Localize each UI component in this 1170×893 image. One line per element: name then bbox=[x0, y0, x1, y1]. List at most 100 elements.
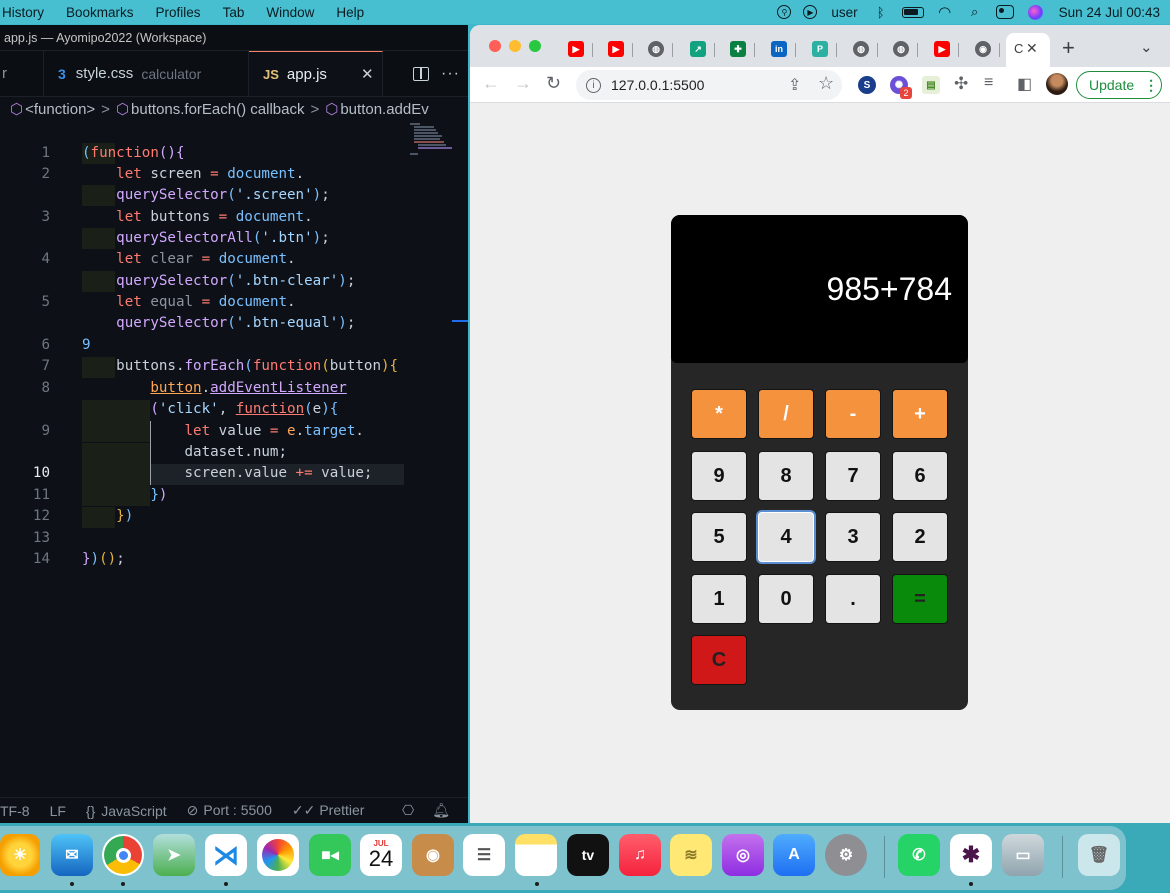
extension-icon[interactable]: S bbox=[858, 76, 876, 94]
status-eol[interactable]: LF bbox=[50, 803, 66, 819]
minimap[interactable] bbox=[408, 123, 452, 163]
appletv-app-icon[interactable]: tv bbox=[567, 834, 609, 876]
chrome-tab-icon[interactable]: ◉ bbox=[975, 41, 991, 57]
control-center-icon[interactable] bbox=[995, 5, 1014, 19]
menu-window[interactable]: Window bbox=[266, 5, 326, 20]
breadcrumb-item[interactable]: buttons.forEach() callback bbox=[131, 101, 304, 118]
digit-6-button[interactable]: 6 bbox=[892, 451, 948, 501]
zoom-window-button[interactable] bbox=[529, 40, 541, 52]
status-language[interactable]: {} JavaScript bbox=[86, 803, 167, 819]
youtube-tab-icon[interactable]: ▶ bbox=[934, 41, 950, 57]
battery-icon[interactable] bbox=[901, 6, 924, 18]
share-icon[interactable]: ⇪ bbox=[788, 75, 801, 95]
whatsapp-app-icon[interactable]: ✆ bbox=[898, 834, 940, 876]
status-encoding[interactable]: TF-8 bbox=[0, 803, 30, 819]
digit-3-button[interactable]: 3 bbox=[825, 512, 881, 562]
appstore-app-icon[interactable]: A bbox=[773, 834, 815, 876]
user-menu[interactable]: user bbox=[831, 5, 857, 20]
menu-extra-icon[interactable]: ⚲ bbox=[777, 5, 792, 19]
app-tab-icon[interactable]: P bbox=[812, 41, 828, 57]
tab-partial[interactable]: r bbox=[0, 51, 44, 96]
maps-app-icon[interactable]: ➤ bbox=[153, 834, 195, 876]
multiply-button[interactable]: * bbox=[691, 389, 747, 439]
calendar-app-icon[interactable]: JUL 24 bbox=[360, 834, 402, 876]
stickies-app-icon[interactable]: ≋ bbox=[670, 834, 712, 876]
notifications-bell-icon[interactable]: 🔔︎ bbox=[432, 802, 450, 819]
digit-9-button[interactable]: 9 bbox=[691, 451, 747, 501]
menu-profiles[interactable]: Profiles bbox=[156, 5, 213, 20]
arrow-tab-icon[interactable]: ↗ bbox=[690, 41, 706, 57]
menu-help[interactable]: Help bbox=[336, 5, 376, 20]
trash-icon[interactable]: 🗑︎ bbox=[1078, 834, 1120, 876]
preview-app-icon[interactable]: ▭ bbox=[1002, 834, 1044, 876]
digit-2-button[interactable]: 2 bbox=[892, 512, 948, 562]
breadcrumb-item[interactable]: <function> bbox=[25, 101, 95, 118]
digit-8-button[interactable]: 8 bbox=[758, 451, 814, 501]
youtube-tab-icon[interactable]: ▶ bbox=[568, 41, 584, 57]
extension-icon[interactable]: ▤ bbox=[922, 76, 940, 94]
chrome-app-icon[interactable] bbox=[102, 834, 144, 876]
menu-tab[interactable]: Tab bbox=[223, 5, 257, 20]
photos-app-icon[interactable] bbox=[257, 834, 299, 876]
avatar[interactable] bbox=[1046, 73, 1068, 95]
divide-button[interactable]: / bbox=[758, 389, 814, 439]
reminders-app-icon[interactable]: ☰ bbox=[463, 834, 505, 876]
settings-gear-icon[interactable]: ⚙ bbox=[825, 834, 867, 876]
equal-button[interactable]: = bbox=[892, 574, 948, 624]
puzzle-extensions-icon[interactable]: ✣ bbox=[954, 74, 968, 94]
new-tab-button[interactable]: + bbox=[1062, 35, 1075, 61]
bluetooth-icon[interactable]: ᛒ bbox=[870, 2, 892, 22]
tab-app-js[interactable]: JS app.js ✕ bbox=[249, 51, 383, 96]
update-button[interactable]: Update ⋮ bbox=[1076, 71, 1162, 99]
forward-button[interactable]: → bbox=[514, 73, 532, 94]
active-tab[interactable]: C ✕ bbox=[1006, 33, 1050, 67]
add-button[interactable]: + bbox=[892, 389, 948, 439]
status-port[interactable]: ⊘ Port : 5500 bbox=[187, 802, 272, 819]
digit-5-button[interactable]: 5 bbox=[691, 512, 747, 562]
digit-1-button[interactable]: 1 bbox=[691, 574, 747, 624]
siri-icon[interactable] bbox=[1027, 4, 1043, 20]
music-app-icon[interactable]: ♫ bbox=[619, 834, 661, 876]
wifi-icon[interactable]: ◠ bbox=[934, 2, 956, 22]
reading-list-icon[interactable]: ≡ bbox=[984, 74, 993, 92]
decimal-button[interactable]: . bbox=[825, 574, 881, 624]
digit-4-button[interactable]: 4 bbox=[758, 512, 814, 562]
minimize-window-button[interactable] bbox=[509, 40, 521, 52]
vscode-app-icon[interactable]: ⋊ bbox=[205, 834, 247, 876]
side-panel-icon[interactable]: ◧ bbox=[1017, 74, 1032, 94]
split-editor-icon[interactable] bbox=[413, 67, 430, 81]
menu-bookmarks[interactable]: Bookmarks bbox=[66, 5, 146, 20]
breadcrumb-item[interactable]: button.addEv bbox=[340, 101, 428, 118]
mail-app-icon[interactable]: ✉ bbox=[51, 834, 93, 876]
globe-tab-icon[interactable]: ◍ bbox=[893, 41, 909, 57]
menu-clock[interactable]: Sun 24 Jul 00:43 bbox=[1059, 5, 1160, 20]
globe-tab-icon[interactable]: ◍ bbox=[648, 41, 664, 57]
more-actions-icon[interactable]: ··· bbox=[441, 65, 460, 83]
info-icon[interactable]: i bbox=[586, 77, 601, 93]
linkedin-tab-icon[interactable]: in bbox=[771, 41, 787, 57]
status-prettier[interactable]: ✓✓ Prettier bbox=[292, 802, 365, 819]
sheets-tab-icon[interactable]: ✚ bbox=[730, 41, 746, 57]
tab-style-css[interactable]: 3 style.css calculator bbox=[44, 51, 249, 96]
close-window-button[interactable] bbox=[489, 40, 501, 52]
reload-button[interactable]: ↻ bbox=[546, 73, 561, 94]
code-editor[interactable]: 1 (function(){ 2 let screen = document. q… bbox=[0, 123, 468, 793]
clear-button[interactable]: C bbox=[691, 635, 747, 685]
close-icon[interactable]: ✕ bbox=[361, 65, 374, 83]
address-bar[interactable]: i 127.0.0.1:5500 bbox=[576, 70, 842, 100]
contacts-app-icon[interactable]: ◉ bbox=[412, 834, 454, 876]
feedback-icon[interactable]: ⎔ bbox=[402, 802, 414, 819]
weather-app-icon[interactable]: ☀ bbox=[0, 834, 40, 876]
back-button[interactable]: ← bbox=[482, 73, 500, 94]
bookmark-star-icon[interactable]: ☆ bbox=[818, 73, 834, 94]
facetime-app-icon[interactable]: ■◂ bbox=[309, 834, 351, 876]
notes-app-icon[interactable] bbox=[515, 834, 557, 876]
menu-history[interactable]: History bbox=[0, 5, 56, 20]
youtube-tab-icon[interactable]: ▶ bbox=[608, 41, 624, 57]
more-menu-icon[interactable]: ⋮ bbox=[1144, 77, 1158, 94]
slack-app-icon[interactable]: ✱ bbox=[950, 834, 992, 876]
close-icon[interactable]: ✕ bbox=[1026, 40, 1038, 57]
search-icon[interactable]: ⌕ bbox=[964, 2, 986, 22]
chevron-down-icon[interactable]: ⌄ bbox=[1140, 38, 1153, 56]
digit-0-button[interactable]: 0 bbox=[758, 574, 814, 624]
